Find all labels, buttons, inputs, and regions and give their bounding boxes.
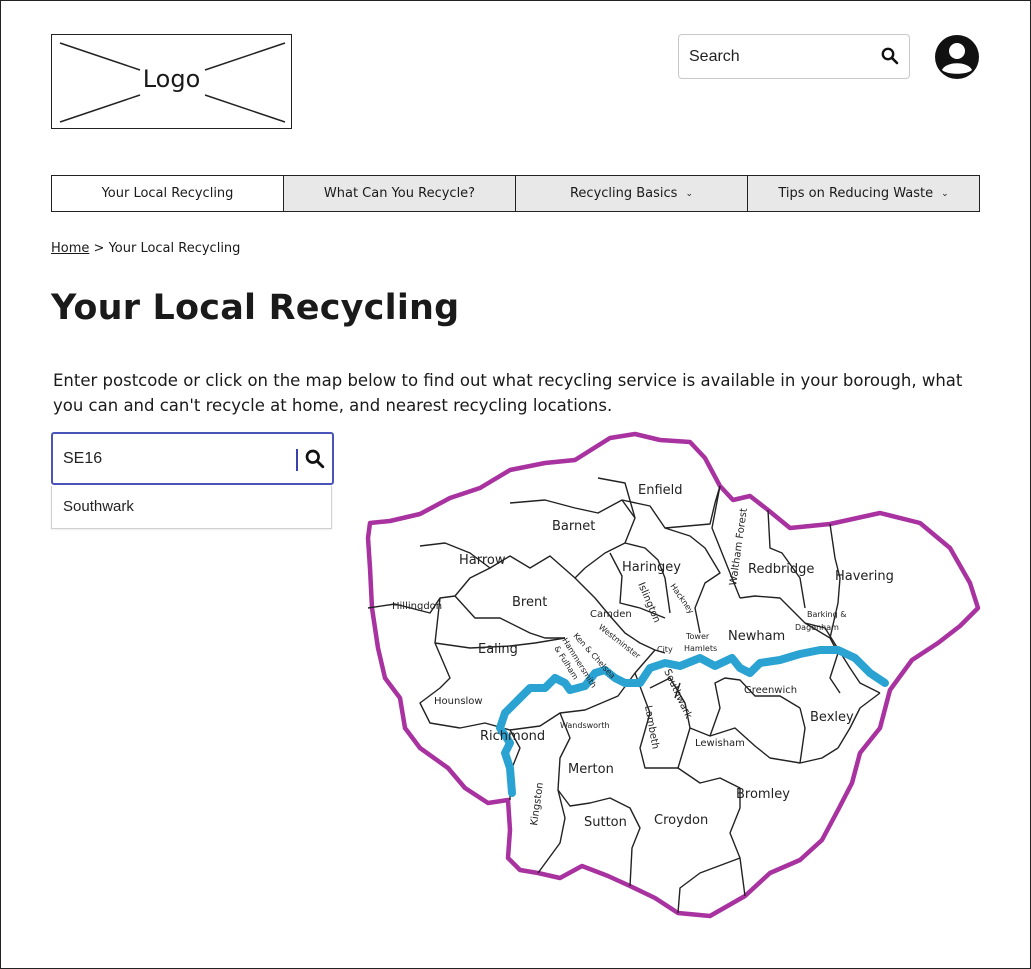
label-sutton: Sutton [584, 815, 627, 830]
postcode-search-value: SE16 [63, 450, 103, 467]
label-camden: Camden [590, 609, 632, 620]
breadcrumb-home-link[interactable]: Home [51, 241, 89, 256]
search-icon[interactable] [305, 449, 325, 469]
search-icon[interactable] [881, 47, 899, 65]
label-barking-dagenham-1: Barking & [807, 610, 846, 619]
label-city: City [657, 645, 673, 654]
label-hounslow: Hounslow [434, 696, 483, 707]
label-merton: Merton [568, 762, 614, 777]
page-title: Your Local Recycling [51, 288, 460, 328]
label-wandsworth: Wandsworth [560, 721, 610, 730]
label-enfield: Enfield [638, 483, 683, 498]
main-nav: Your Local Recycling What Can You Recycl… [51, 175, 980, 212]
label-barking-dagenham-2: Dagenham [795, 623, 839, 632]
label-lewisham: Lewisham [695, 738, 745, 749]
label-croydon: Croydon [654, 813, 708, 828]
label-richmond: Richmond [480, 729, 545, 744]
breadcrumb-separator: > [89, 241, 109, 256]
label-haringey: Haringey [622, 560, 681, 575]
nav-item-what-can-you-recycle[interactable]: What Can You Recycle? [283, 176, 515, 211]
postcode-suggestion-item[interactable]: Southwark [51, 486, 332, 529]
nav-item-tips-on-reducing-waste[interactable]: Tips on Reducing Waste ⌄ [747, 176, 979, 211]
nav-item-your-local-recycling[interactable]: Your Local Recycling [52, 176, 283, 211]
label-newham: Newham [728, 629, 785, 644]
nav-item-label: Your Local Recycling [101, 186, 234, 201]
nav-item-label: Recycling Basics [569, 186, 678, 201]
label-ealing: Ealing [478, 642, 518, 657]
label-greenwich: Greenwich [744, 685, 797, 696]
nav-item-recycling-basics[interactable]: Recycling Basics ⌄ [515, 176, 747, 211]
label-harrow: Harrow [459, 553, 506, 568]
header-search-input[interactable]: Search [678, 34, 910, 79]
postcode-search-input[interactable]: SE16 [51, 432, 334, 485]
suggestion-label: Southwark [63, 498, 134, 515]
label-brent: Brent [512, 595, 547, 610]
label-tower-hamlets-2: Hamlets [684, 644, 717, 653]
nav-item-label: Tips on Reducing Waste [778, 186, 934, 201]
label-redbridge: Redbridge [748, 562, 814, 577]
logo[interactable]: Logo [51, 34, 292, 129]
chevron-down-icon: ⌄ [941, 188, 949, 199]
label-bexley: Bexley [810, 710, 854, 725]
user-account-icon[interactable] [934, 34, 980, 80]
label-havering: Havering [835, 569, 894, 584]
breadcrumb: Home > Your Local Recycling [51, 241, 240, 256]
label-bromley: Bromley [736, 787, 790, 802]
logo-text: Logo [142, 65, 201, 93]
intro-text: Enter postcode or click on the map below… [53, 371, 963, 415]
header-search-placeholder: Search [689, 48, 740, 65]
text-cursor-divider [296, 449, 298, 471]
label-tower-hamlets-1: Tower [685, 632, 710, 641]
breadcrumb-current: Your Local Recycling [108, 241, 241, 256]
chevron-down-icon: ⌄ [685, 188, 694, 199]
london-boroughs-map[interactable]: Enfield Barnet Harrow Haringey Waltham F… [360, 428, 985, 923]
label-barnet: Barnet [552, 519, 595, 534]
nav-item-label: What Can You Recycle? [323, 186, 476, 201]
label-hillingdon: Hillingdon [392, 601, 442, 612]
